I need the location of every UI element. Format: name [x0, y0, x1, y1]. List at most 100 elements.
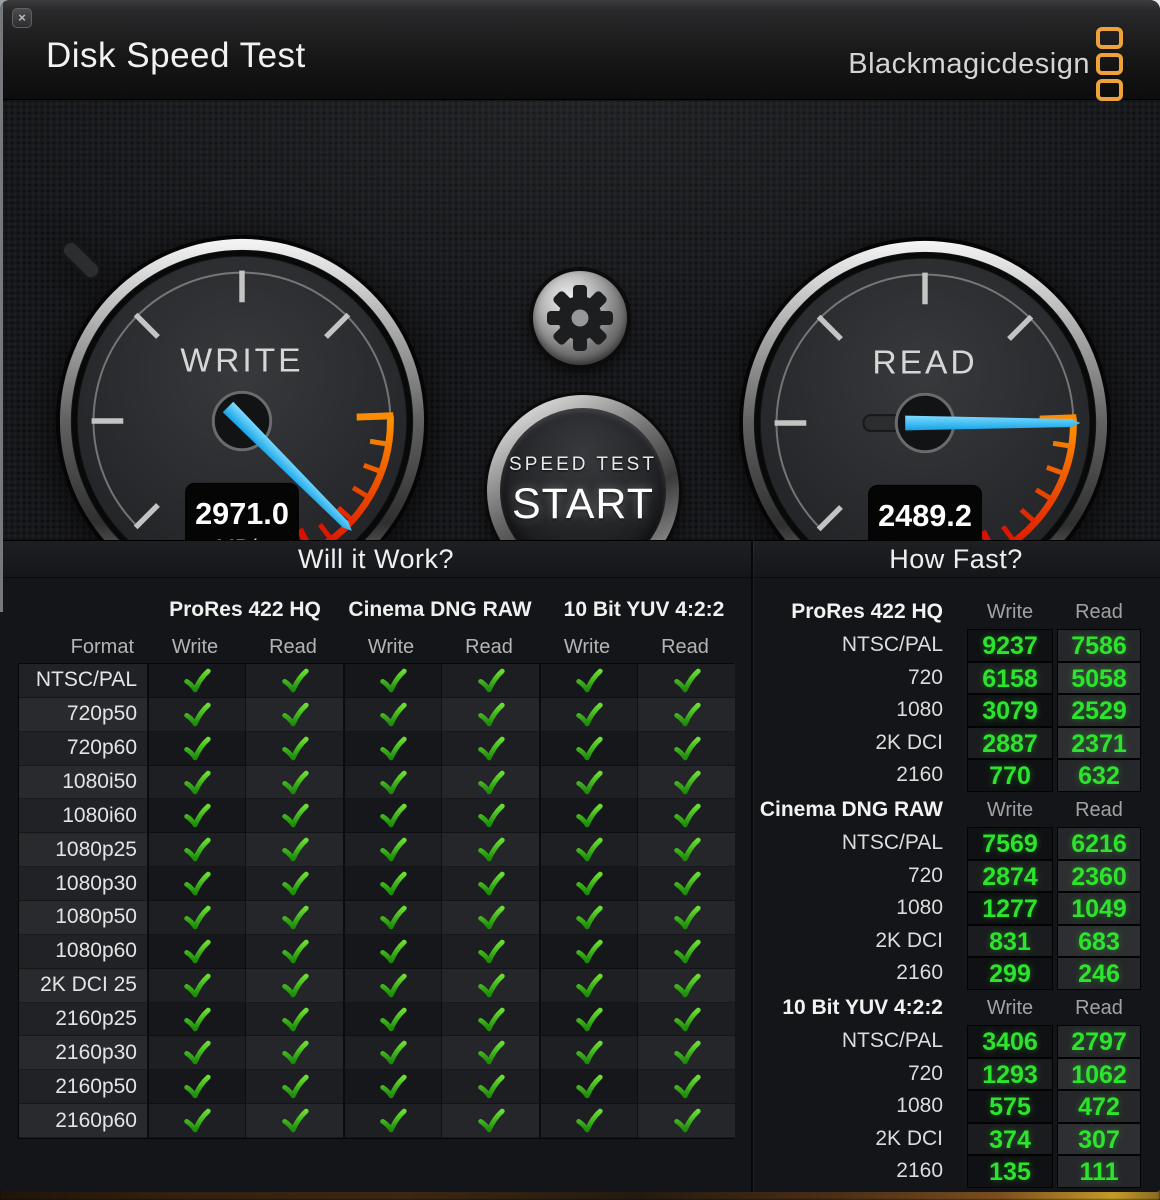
- format-label: 1080: [753, 1094, 951, 1118]
- read-value-cell: 2529: [1057, 694, 1141, 727]
- read-check-cell: [441, 732, 539, 766]
- check-icon: [672, 1039, 702, 1066]
- brand-logo-icon: [1096, 27, 1123, 101]
- format-label: 720: [753, 666, 951, 690]
- write-check-cell: [343, 935, 441, 969]
- check-icon: [182, 1107, 212, 1134]
- check-icon: [672, 1107, 702, 1134]
- close-button[interactable]: ×: [12, 8, 32, 28]
- will-it-work-subheaders: Format Write Read Write Read Write Read: [18, 632, 734, 662]
- write-value-cell: 1277: [967, 892, 1053, 925]
- read-check-cell: [637, 698, 735, 732]
- check-icon: [476, 1107, 506, 1134]
- write-check-cell: [147, 935, 245, 969]
- check-icon: [378, 802, 408, 829]
- write-check-cell: [343, 1003, 441, 1037]
- how-fast-row: 1080575472: [753, 1090, 1160, 1123]
- read-check-cell: [637, 1003, 735, 1037]
- write-check-cell: [147, 766, 245, 800]
- check-icon: [182, 870, 212, 897]
- format-label: 2K DCI: [753, 929, 951, 953]
- check-icon: [476, 1006, 506, 1033]
- write-check-cell: [147, 867, 245, 901]
- check-icon: [280, 1039, 310, 1066]
- write-value-cell: 831: [967, 925, 1053, 958]
- read-column-header: Read: [440, 632, 538, 662]
- read-check-cell: [245, 867, 343, 901]
- gear-icon: [544, 282, 616, 354]
- will-it-work-title: Will it Work?: [298, 544, 454, 575]
- check-icon: [574, 904, 604, 931]
- check-icon: [280, 769, 310, 796]
- read-check-cell: [637, 833, 735, 867]
- read-check-cell: [245, 766, 343, 800]
- format-label: 720: [753, 864, 951, 888]
- check-icon: [476, 904, 506, 931]
- read-check-cell: [245, 664, 343, 698]
- check-icon: [182, 938, 212, 965]
- write-check-cell: [539, 1036, 637, 1070]
- read-check-cell: [637, 867, 735, 901]
- check-icon: [378, 1107, 408, 1134]
- check-icon: [476, 938, 506, 965]
- write-check-cell: [147, 1070, 245, 1104]
- check-icon: [280, 1073, 310, 1100]
- read-check-cell: [637, 1070, 735, 1104]
- check-icon: [378, 938, 408, 965]
- format-label: 2160: [753, 763, 951, 787]
- codec-group-header: Cinema DNG RAW: [348, 598, 531, 622]
- read-check-cell: [245, 901, 343, 935]
- read-check-cell: [441, 766, 539, 800]
- read-value-cell: 7586: [1057, 629, 1141, 662]
- check-icon: [574, 769, 604, 796]
- check-icon: [672, 802, 702, 829]
- write-check-cell: [343, 1070, 441, 1104]
- write-value-cell: 2887: [967, 727, 1053, 760]
- write-check-cell: [539, 969, 637, 1003]
- check-icon: [378, 870, 408, 897]
- how-fast-row: 72061585058: [753, 662, 1160, 695]
- write-value-cell: 1293: [967, 1058, 1053, 1091]
- check-icon: [476, 667, 506, 694]
- format-label: 2160p25: [19, 1003, 147, 1037]
- read-check-cell: [441, 1070, 539, 1104]
- read-check-cell: [245, 1036, 343, 1070]
- write-value-cell: 2874: [967, 860, 1053, 893]
- check-icon: [182, 769, 212, 796]
- settings-button[interactable]: [533, 271, 627, 365]
- how-fast-panel: ProRes 422 HQWriteReadNTSC/PAL9237758672…: [753, 578, 1160, 1192]
- read-column-header: Read: [636, 632, 734, 662]
- format-label: 1080: [753, 896, 951, 920]
- check-icon: [280, 701, 310, 728]
- check-icon: [182, 904, 212, 931]
- check-icon: [476, 870, 506, 897]
- read-value-cell: 111: [1057, 1155, 1141, 1188]
- write-check-cell: [539, 901, 637, 935]
- how-fast-row: 2K DCI374307: [753, 1123, 1160, 1156]
- codec-name: Cinema DNG RAW: [753, 798, 951, 822]
- format-label: 2160p60: [19, 1104, 147, 1138]
- check-icon: [574, 1039, 604, 1066]
- gauge-value: 2971.0: [195, 497, 289, 531]
- write-column-header: Write: [967, 799, 1053, 822]
- check-icon: [182, 1073, 212, 1100]
- read-value-cell: 2797: [1057, 1025, 1141, 1058]
- check-icon: [574, 802, 604, 829]
- check-icon: [476, 769, 506, 796]
- format-label: 2K DCI 25: [19, 969, 147, 1003]
- check-icon: [574, 667, 604, 694]
- format-label: 1080p60: [19, 935, 147, 969]
- write-check-cell: [539, 664, 637, 698]
- format-label: 2K DCI: [753, 731, 951, 755]
- check-icon: [182, 836, 212, 863]
- write-check-cell: [343, 1036, 441, 1070]
- format-label: 1080p50: [19, 901, 147, 935]
- read-value-cell: 5058: [1057, 662, 1141, 695]
- write-check-cell: [539, 833, 637, 867]
- read-value-cell: 307: [1057, 1123, 1141, 1156]
- format-label: 2K DCI: [753, 1127, 951, 1151]
- how-fast-header: How Fast?: [752, 541, 1160, 577]
- read-check-cell: [245, 799, 343, 833]
- write-check-cell: [539, 1070, 637, 1104]
- write-check-cell: [147, 1003, 245, 1037]
